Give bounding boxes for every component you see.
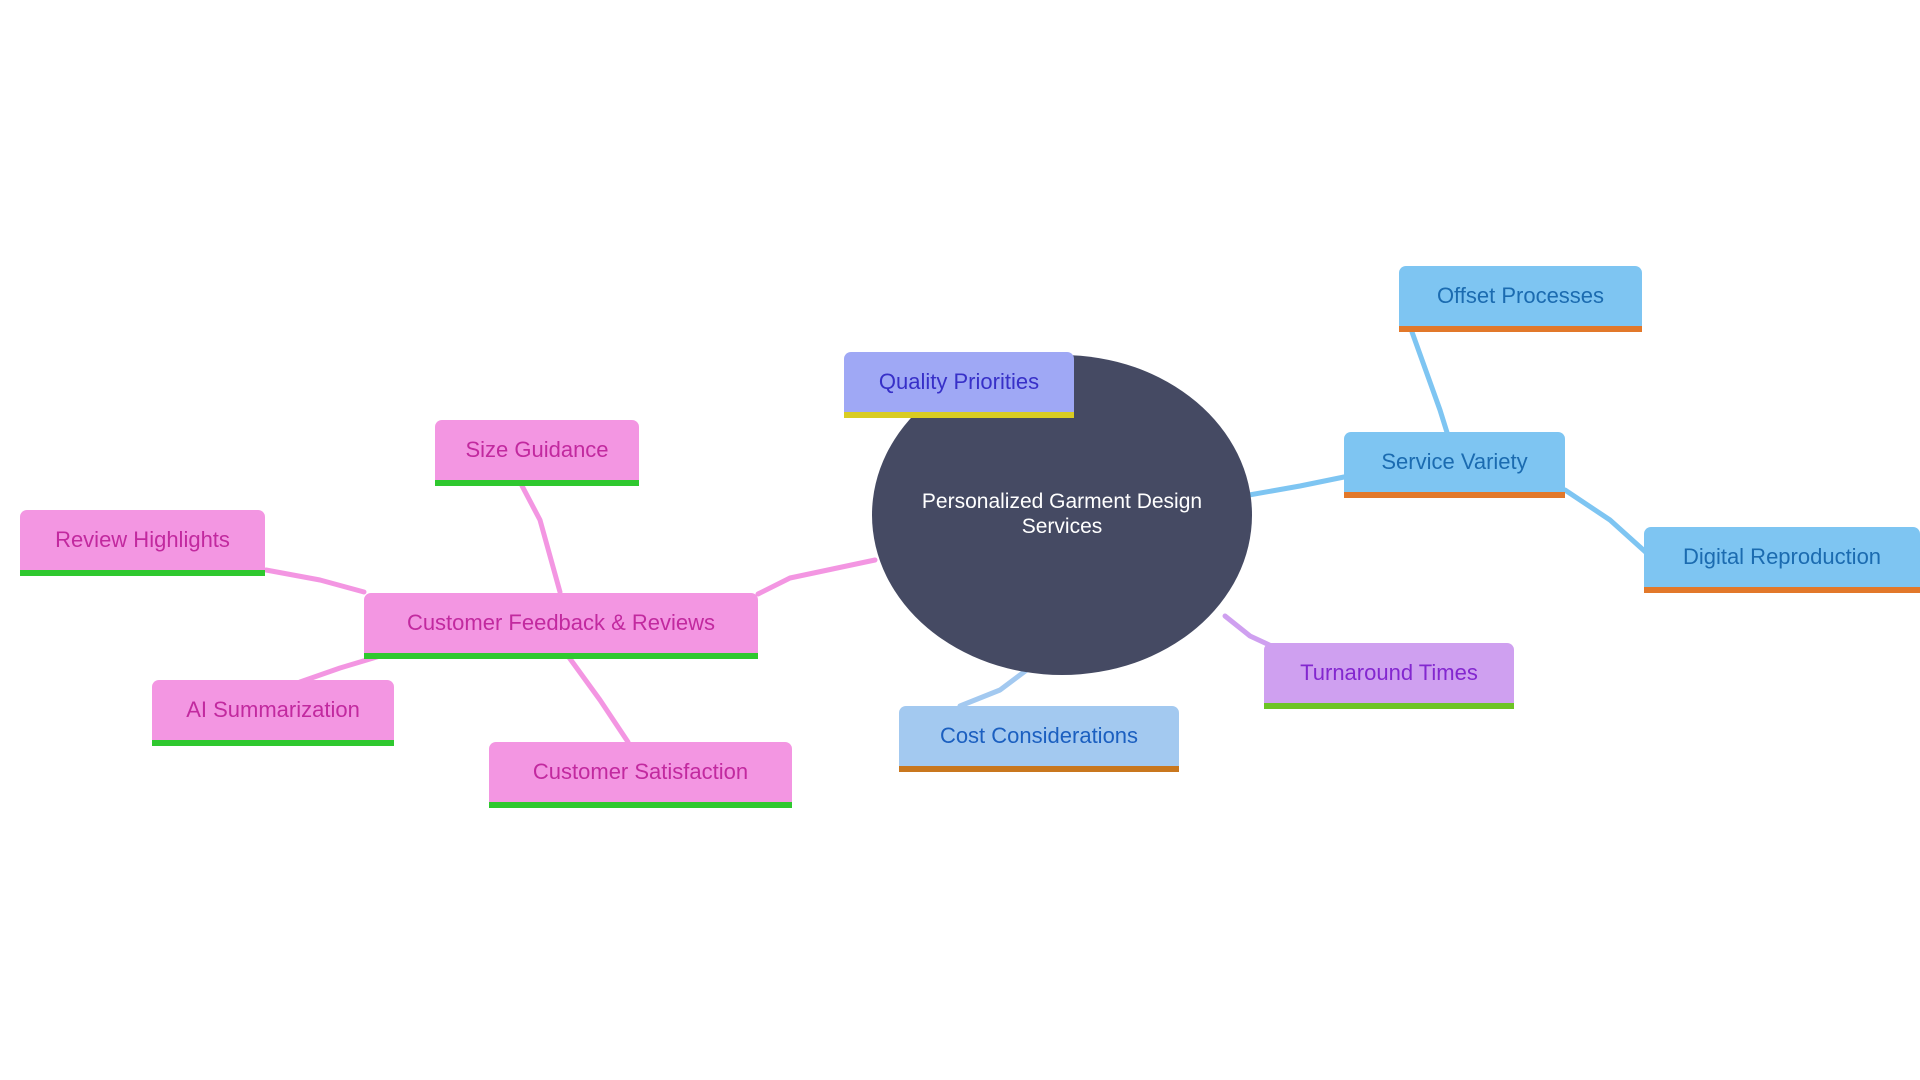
node-underline-digital-reproduction (1644, 587, 1920, 593)
node-underline-review-highlights (20, 570, 265, 576)
node-underline-cost-considerations (899, 766, 1179, 772)
edge-feedback-review (263, 567, 367, 595)
edge-feedback-ai (297, 653, 383, 685)
node-cost-considerations[interactable]: Cost Considerations (899, 706, 1179, 772)
node-underline-size-guidance (435, 480, 639, 486)
node-underline-turnaround-times (1264, 703, 1514, 709)
node-customer-feedback-reviews[interactable]: Customer Feedback & Reviews (364, 593, 758, 659)
node-label-quality-priorities: Quality Priorities (878, 369, 1040, 395)
node-label-customer-feedback-reviews: Customer Feedback & Reviews (406, 610, 716, 636)
node-underline-customer-feedback-reviews (364, 653, 758, 659)
node-turnaround-times[interactable]: Turnaround Times (1264, 643, 1514, 709)
node-underline-customer-satisfaction (489, 802, 792, 808)
node-label-customer-satisfaction: Customer Satisfaction (532, 759, 749, 785)
node-underline-service-variety (1344, 492, 1565, 498)
node-label-size-guidance: Size Guidance (465, 437, 609, 463)
node-review-highlights[interactable]: Review Highlights (20, 510, 265, 576)
node-label-turnaround-times: Turnaround Times (1300, 660, 1478, 686)
node-underline-ai-summarization (152, 740, 394, 746)
node-offset-processes[interactable]: Offset Processes (1399, 266, 1642, 332)
central-node-label: Personalized Garment Design Services (921, 490, 1203, 538)
node-digital-reproduction[interactable]: Digital Reproduction (1644, 527, 1920, 593)
node-size-guidance[interactable]: Size Guidance (435, 420, 639, 486)
edge-central-feedback (755, 557, 878, 597)
node-label-service-variety: Service Variety (1381, 449, 1528, 475)
edge-feedback-size (517, 479, 563, 595)
edge-service-digital (1562, 487, 1653, 559)
node-ai-summarization[interactable]: AI Summarization (152, 680, 394, 746)
node-label-digital-reproduction: Digital Reproduction (1682, 544, 1882, 570)
node-underline-quality-priorities (844, 412, 1074, 418)
node-quality-priorities[interactable]: Quality Priorities (844, 352, 1074, 418)
edge-feedback-satisfaction (565, 653, 631, 745)
mindmap-canvas: Personalized Garment Design Services Qual… (0, 0, 1920, 1080)
node-customer-satisfaction[interactable]: Customer Satisfaction (489, 742, 792, 808)
node-underline-offset-processes (1399, 326, 1642, 332)
node-label-cost-considerations: Cost Considerations (939, 723, 1139, 749)
node-service-variety[interactable]: Service Variety (1344, 432, 1565, 498)
node-label-offset-processes: Offset Processes (1436, 283, 1605, 309)
node-label-ai-summarization: AI Summarization (186, 697, 360, 723)
node-label-review-highlights: Review Highlights (55, 527, 230, 553)
